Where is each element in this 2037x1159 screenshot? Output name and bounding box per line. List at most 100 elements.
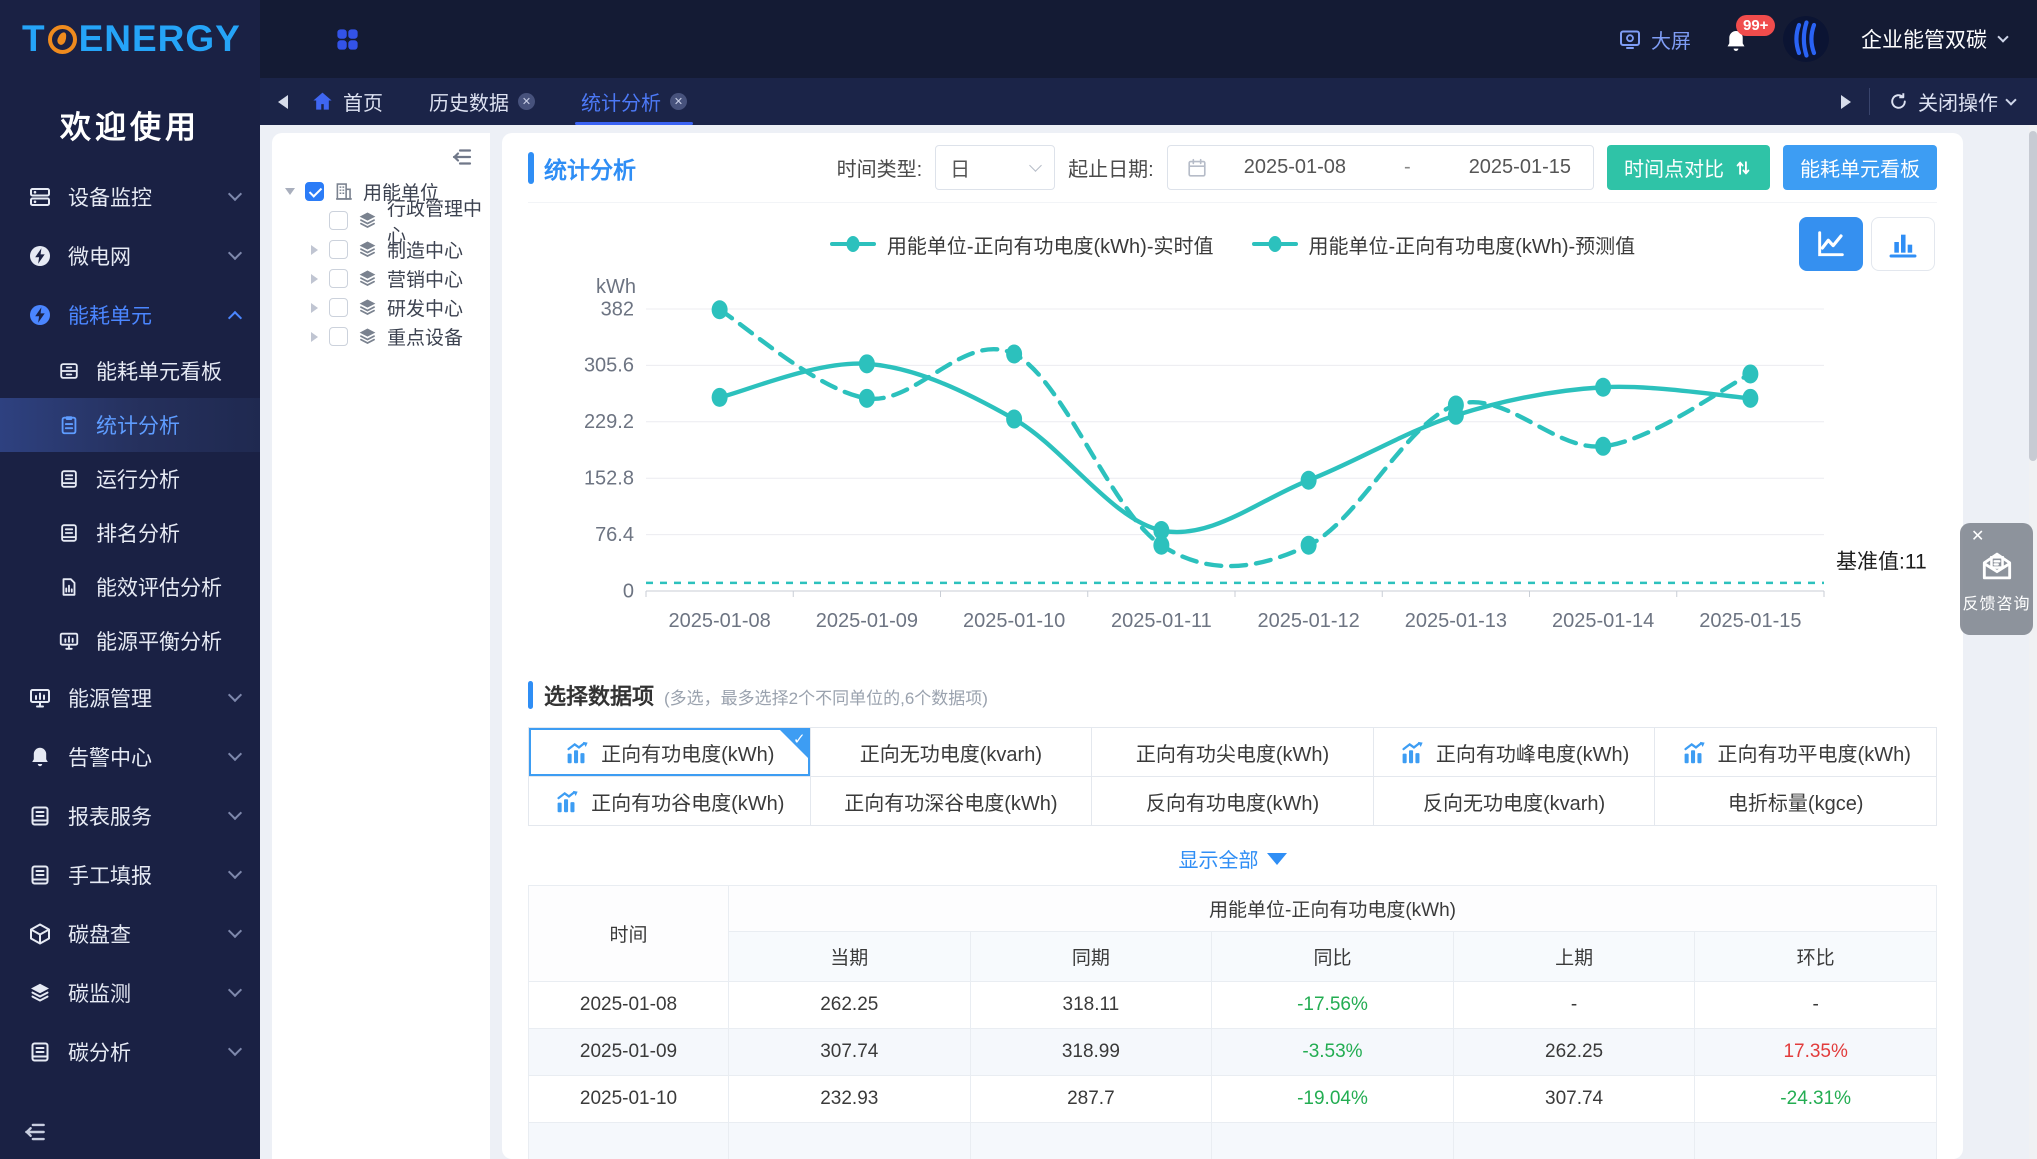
tabs-scroll-left-icon[interactable] xyxy=(278,94,288,109)
data-item-button-9[interactable]: 电折标量(kgce) xyxy=(1655,777,1937,826)
data-item-label: 正向无功电度(kvarh) xyxy=(859,743,1042,766)
chevron-down-icon xyxy=(227,805,243,821)
table-row[interactable]: 2025-01-08 262.25 318.11 -17.56% - - xyxy=(528,981,1937,1029)
data-item-button-3[interactable]: 正向有功峰电度(kWh) xyxy=(1373,728,1656,777)
tab-statistical-analysis[interactable]: 统计分析 ✕ xyxy=(575,78,693,125)
tabs-scroll-right-icon[interactable] xyxy=(1841,94,1851,109)
feedback-widget[interactable]: ✕ 反馈咨询 xyxy=(1960,523,2033,635)
legend-item-0[interactable]: 用能单位-正向有功电度(kWh)-实时值 xyxy=(829,230,1214,259)
caret-right-icon[interactable] xyxy=(310,331,318,342)
show-all-button[interactable]: 显示全部 xyxy=(528,844,1937,873)
sidebar-item-microgrid[interactable]: 微电网 xyxy=(0,226,260,285)
sidebar-item-device-monitor[interactable]: 设备监控 xyxy=(0,167,260,226)
sidebar-item-label: 碳监测 xyxy=(68,982,131,1006)
svg-text:305.6: 305.6 xyxy=(584,355,634,377)
apps-grid-icon[interactable] xyxy=(334,26,361,53)
tab-bar-right: 关闭操作 xyxy=(1841,87,2037,116)
data-item-button-7[interactable]: 反向有功电度(kWh) xyxy=(1092,777,1374,826)
tab-history-data[interactable]: 历史数据 ✕ xyxy=(429,78,535,125)
notification-bell[interactable]: 99+ xyxy=(1723,15,1776,54)
tree-node-rd-center[interactable]: 研发中心 xyxy=(276,293,486,322)
time-type-select[interactable]: 日 xyxy=(935,145,1056,190)
data-item-button-1[interactable]: 正向无功电度(kvarh) xyxy=(810,728,1093,777)
data-item-button-8[interactable]: 反向无功电度(kvarh) xyxy=(1373,777,1656,826)
sidebar-item-energy-unit[interactable]: 能耗单元 xyxy=(0,285,260,344)
caret-down-icon[interactable] xyxy=(285,188,295,195)
cell-value: 318.99 xyxy=(969,1028,1213,1076)
chevron-up-icon xyxy=(227,310,243,325)
tab-bar: 首页 历史数据 ✕ 统计分析 ✕ 关闭操作 xyxy=(260,78,2037,125)
big-screen-button[interactable]: 大屏 xyxy=(1618,25,1691,54)
svg-text:152.8: 152.8 xyxy=(584,467,634,489)
sidebar-item-efficiency-evaluation[interactable]: 能效评估分析 xyxy=(0,560,260,614)
data-item-button-0[interactable]: 正向有功电度(kWh) ✓ xyxy=(529,728,811,777)
sidebar-item-alarm-center[interactable]: 告警中心 xyxy=(0,727,260,786)
sidebar-item-energy-management[interactable]: 能源管理 xyxy=(0,668,260,727)
sidebar-item-report-service[interactable]: 报表服务 xyxy=(0,786,260,845)
sidebar-item-operation-analysis[interactable]: 运行分析 xyxy=(0,452,260,506)
close-icon[interactable]: ✕ xyxy=(1971,529,1984,545)
sidebar-collapse-icon[interactable] xyxy=(22,1119,48,1145)
tree-checkbox[interactable] xyxy=(305,182,324,201)
tree-node-admin-center[interactable]: 行政管理中心 xyxy=(276,199,486,247)
bolt-icon xyxy=(28,244,52,268)
legend-item-1[interactable]: 用能单位-正向有功电度(kWh)-预测值 xyxy=(1251,230,1635,259)
tree-checkbox[interactable] xyxy=(329,327,348,346)
sidebar-item-label: 碳盘查 xyxy=(68,923,131,947)
table-row[interactable]: 2025-01-10 232.93 287.7 -19.04% 307.74 -24.31… xyxy=(528,1075,1937,1123)
tree-checkbox[interactable] xyxy=(329,211,348,230)
table-row[interactable]: 2025-01-09 307.74 318.99 -3.53% 262.25 17.35% xyxy=(528,1028,1937,1076)
sidebar-item-carbon-monitor[interactable]: 碳监测 xyxy=(0,963,260,1022)
org-switcher[interactable]: 企业能管双碳 xyxy=(1861,24,2009,54)
sidebar-item-statistical-analysis[interactable]: 统计分析 xyxy=(0,398,260,452)
tree-node-key-equipment[interactable]: 重点设备 xyxy=(276,322,486,351)
tab-close-icon[interactable]: ✕ xyxy=(518,93,535,110)
data-item-button-4[interactable]: 正向有功平电度(kWh) xyxy=(1655,728,1937,777)
scrollbar-thumb[interactable] xyxy=(2029,131,2037,461)
tab-home[interactable]: 首页 xyxy=(311,78,383,125)
cell-value: - xyxy=(1452,981,1696,1029)
tree-node-manufacturing-center[interactable]: 制造中心 xyxy=(276,235,486,264)
sidebar-item-label: 设备监控 xyxy=(68,186,152,210)
sidebar-item-carbon-inventory[interactable]: 碳盘查 xyxy=(0,904,260,963)
data-item-title: 选择数据项 (多选，最多选择2个不同单位的,6个数据项) xyxy=(528,679,1937,711)
energy-board-button[interactable]: 能耗单元看板 xyxy=(1783,145,1937,190)
caret-right-icon[interactable] xyxy=(310,273,318,284)
tree-node-marketing-center[interactable]: 营销中心 xyxy=(276,264,486,293)
stats-table: 时间 用能单位-正向有功电度(kWh) 当期 同期 同比 上期 环比 2025-01-08 26… xyxy=(528,885,1937,1159)
tree-checkbox[interactable] xyxy=(329,269,348,288)
data-item-label: 电折标量(kgce) xyxy=(1727,792,1864,815)
sidebar-item-energy-balance[interactable]: 能源平衡分析 xyxy=(0,614,260,668)
board-icon xyxy=(58,360,80,382)
tree-checkbox[interactable] xyxy=(329,298,348,317)
logo-flame-icon xyxy=(47,24,77,54)
tree-node-label: 制造中心 xyxy=(387,241,464,262)
chevron-down-icon xyxy=(227,864,243,880)
bolt-icon xyxy=(28,303,52,327)
tree-checkbox[interactable] xyxy=(329,240,348,259)
tree-collapse-icon[interactable] xyxy=(450,145,474,169)
sidebar-item-manual-report[interactable]: 手工填报 xyxy=(0,845,260,904)
sidebar-item-energy-unit-board[interactable]: 能耗单元看板 xyxy=(0,344,260,398)
tab-close-icon[interactable]: ✕ xyxy=(670,93,687,110)
caret-right-icon[interactable] xyxy=(310,244,318,255)
cell-value: -17.56% xyxy=(1211,981,1454,1029)
sidebar-item-carbon-analysis[interactable]: 碳分析 xyxy=(0,1022,260,1081)
line-chart-toggle[interactable] xyxy=(1799,217,1863,271)
date-range-picker[interactable]: 2025-01-08 - 2025-01-15 xyxy=(1166,145,1594,190)
refresh-icon xyxy=(1888,91,1909,112)
data-item-button-2[interactable]: 正向有功尖电度(kWh) xyxy=(1092,728,1374,777)
data-item-label: 正向有功平电度(kWh) xyxy=(1717,743,1911,766)
user-avatar[interactable] xyxy=(1783,16,1829,62)
chart-area: 0 76.4 152.8 229.2 305.6 382 kWh 2025-01-08 2025… xyxy=(528,275,1937,659)
chevron-down-icon xyxy=(227,186,243,202)
data-item-button-5[interactable]: 正向有功谷电度(kWh) xyxy=(529,777,811,826)
time-compare-button[interactable]: 时间点对比 xyxy=(1607,145,1770,190)
bar-chart-toggle[interactable] xyxy=(1871,217,1935,271)
sidebar-item-ranking-analysis[interactable]: 排名分析 xyxy=(0,506,260,560)
data-item-button-6[interactable]: 正向有功深谷电度(kWh) xyxy=(810,777,1093,826)
close-operations-dropdown[interactable]: 关闭操作 xyxy=(1888,87,2017,116)
caret-right-icon[interactable] xyxy=(310,302,318,313)
scrollbar-track[interactable] xyxy=(2029,125,2037,1159)
svg-text:2025-01-14: 2025-01-14 xyxy=(1552,610,1654,632)
